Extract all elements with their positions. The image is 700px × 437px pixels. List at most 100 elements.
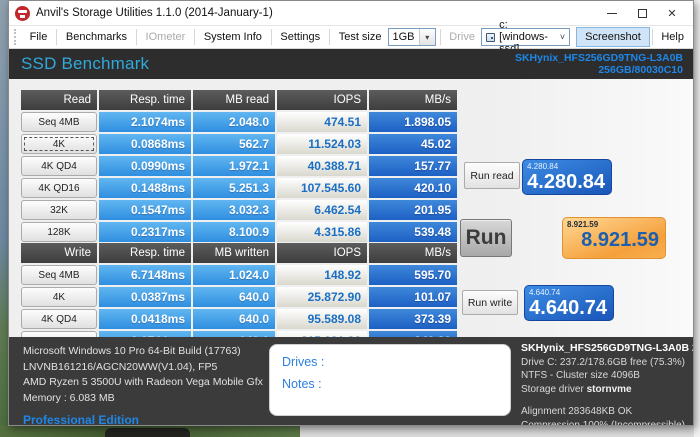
- test-size-label: Test size: [330, 27, 384, 47]
- drive-capacity: Drive C: 237.2/178.6GB free (75.3%): [521, 356, 693, 370]
- test-size-select[interactable]: 1GB ▾: [388, 28, 436, 46]
- table-row: 4K QD4 0.0990ms 1.972.1 40.388.71 157.77: [21, 156, 457, 176]
- menu-system-info[interactable]: System Info: [195, 27, 271, 47]
- page-title: SSD Benchmark: [21, 54, 149, 74]
- drive-driver: Storage driver stornvme: [521, 383, 693, 397]
- iops-header-cell: IOPS: [277, 90, 367, 110]
- menu-benchmarks[interactable]: Benchmarks: [57, 27, 136, 47]
- read-seq4mb-button[interactable]: Seq 4MB: [21, 112, 97, 132]
- wallpaper-floor: [300, 425, 700, 437]
- maximize-button[interactable]: [627, 2, 657, 24]
- mb-written-value: 1.024.0: [193, 265, 275, 285]
- device-model-label: SKHynix_HFS256GD9TNG-L3A0B 256GB/80030C1…: [515, 52, 683, 76]
- run-read-button[interactable]: Run read: [464, 162, 520, 189]
- total-score-value: 8.921.59: [567, 229, 659, 251]
- drive-label: Drive: [440, 27, 477, 47]
- menu-help[interactable]: Help: [652, 27, 693, 47]
- menu-toolbar: File Benchmarks IOmeter System Info Sett…: [9, 25, 693, 49]
- resp-time-value: 0.1488ms: [99, 178, 191, 198]
- minimize-button[interactable]: [597, 2, 627, 24]
- menu-file[interactable]: File: [21, 27, 57, 47]
- minimize-icon: [607, 13, 617, 14]
- write-4k-button[interactable]: 4K: [21, 287, 97, 307]
- spacer: [521, 396, 693, 405]
- read-score-value: 4.280.84: [527, 171, 605, 193]
- iops-value: 148.92: [277, 265, 367, 285]
- board-info: LNVNB161216/AGCN20WW(V1.04), FP5: [23, 360, 263, 376]
- write-seq4mb-button[interactable]: Seq 4MB: [21, 265, 97, 285]
- table-row: 4K QD16 0.1488ms 5.251.3 107.545.60 420.…: [21, 178, 457, 198]
- read-32k-button[interactable]: 32K: [21, 200, 97, 220]
- drives-label: Drives :: [282, 351, 498, 373]
- resp-time-value: 6.7148ms: [99, 265, 191, 285]
- drive-compression: Compression 100% (Incompressible): [521, 419, 693, 426]
- benchmark-header: SSD Benchmark SKHynix_HFS256GD9TNG-L3A0B…: [9, 49, 693, 79]
- iops-value: 6.462.54: [277, 200, 367, 220]
- maximize-icon: [638, 9, 647, 18]
- mb-written-header-cell: MB written: [193, 243, 275, 263]
- read-4kqd4-button[interactable]: 4K QD4: [21, 156, 97, 176]
- write-table-header: Write Resp. time MB written IOPS MB/s: [21, 243, 457, 263]
- write-score-small: 4.640.74: [529, 288, 607, 297]
- write-header-cell: Write: [21, 243, 97, 263]
- desktop: Anvil's Storage Utilities 1.1.0 (2014-Ja…: [0, 0, 700, 437]
- mb-read-value: 2.048.0: [193, 112, 275, 132]
- drive-icon: [486, 33, 495, 42]
- resp-time-value: 0.1547ms: [99, 200, 191, 220]
- table-row: 4K 0.0387ms 640.0 25.872.90 101.07: [21, 287, 457, 307]
- drive-alignment: Alignment 283648KB OK: [521, 405, 693, 419]
- screenshot-button[interactable]: Screenshot: [576, 27, 650, 47]
- drives-notes-box[interactable]: Drives : Notes :: [269, 344, 511, 416]
- resp-time-value: 2.1074ms: [99, 112, 191, 132]
- mb-read-value: 1.972.1: [193, 156, 275, 176]
- drive-select[interactable]: c: [windows-ssd] ˅: [481, 28, 570, 46]
- iops-value: 474.51: [277, 112, 367, 132]
- window-controls: ✕: [597, 2, 687, 24]
- edition-label: Professional Edition: [23, 413, 263, 425]
- mbs-value: 420.10: [369, 178, 457, 198]
- mbs-header-cell: MB/s: [369, 243, 457, 263]
- mbs-value: 539.48: [369, 222, 457, 242]
- app-logo-icon: [15, 6, 30, 21]
- write-4kqd4-button[interactable]: 4K QD4: [21, 309, 97, 329]
- mb-read-value: 8.100.9: [193, 222, 275, 242]
- total-score-small: 8.921.59: [567, 220, 659, 229]
- test-size-dropdown-button[interactable]: ▾: [419, 29, 435, 45]
- mbs-value: 373.39: [369, 309, 457, 329]
- read-table: Read Resp. time MB read IOPS MB/s Seq 4M…: [21, 90, 457, 244]
- read-table-header: Read Resp. time MB read IOPS MB/s: [21, 90, 457, 110]
- iops-value: 25.872.90: [277, 287, 367, 307]
- table-row: 32K 0.1547ms 3.032.3 6.462.54 201.95: [21, 200, 457, 220]
- write-score-value: 4.640.74: [529, 297, 607, 319]
- iops-value: 4.315.86: [277, 222, 367, 242]
- read-4k-button[interactable]: 4K: [21, 134, 97, 154]
- desktop-wallpaper-strip: [0, 425, 700, 437]
- iops-value: 95.589.08: [277, 309, 367, 329]
- mb-written-value: 640.0: [193, 309, 275, 329]
- read-4kqd16-button[interactable]: 4K QD16: [21, 178, 97, 198]
- mbs-value: 45.02: [369, 134, 457, 154]
- read-128k-button[interactable]: 128K: [21, 222, 97, 242]
- notes-label: Notes :: [282, 373, 498, 395]
- mb-written-value: 640.0: [193, 287, 275, 307]
- read-header-cell: Read: [21, 90, 97, 110]
- mb-read-value: 5.251.3: [193, 178, 275, 198]
- resp-time-value: 0.2317ms: [99, 222, 191, 242]
- mbs-value: 101.07: [369, 287, 457, 307]
- resp-time-value: 0.0990ms: [99, 156, 191, 176]
- mb-read-value: 3.032.3: [193, 200, 275, 220]
- iops-value: 40.388.71: [277, 156, 367, 176]
- wallpaper-tire: [105, 428, 190, 437]
- run-button[interactable]: Run: [460, 219, 512, 257]
- total-score-badge: 8.921.59 8.921.59: [562, 217, 666, 259]
- run-write-button[interactable]: Run write: [462, 290, 518, 315]
- mbs-header-cell: MB/s: [369, 90, 457, 110]
- system-info: Microsoft Windows 10 Pro 64-Bit Build (1…: [23, 344, 263, 425]
- os-info: Microsoft Windows 10 Pro 64-Bit Build (1…: [23, 344, 263, 360]
- title-bar[interactable]: Anvil's Storage Utilities 1.1.0 (2014-Ja…: [9, 1, 693, 25]
- iops-value: 11.524.03: [277, 134, 367, 154]
- device-model-line1: SKHynix_HFS256GD9TNG-L3A0B: [515, 52, 683, 64]
- menu-settings[interactable]: Settings: [271, 27, 329, 47]
- close-button[interactable]: ✕: [657, 2, 687, 24]
- toolbar-grip-handle[interactable]: [14, 29, 18, 45]
